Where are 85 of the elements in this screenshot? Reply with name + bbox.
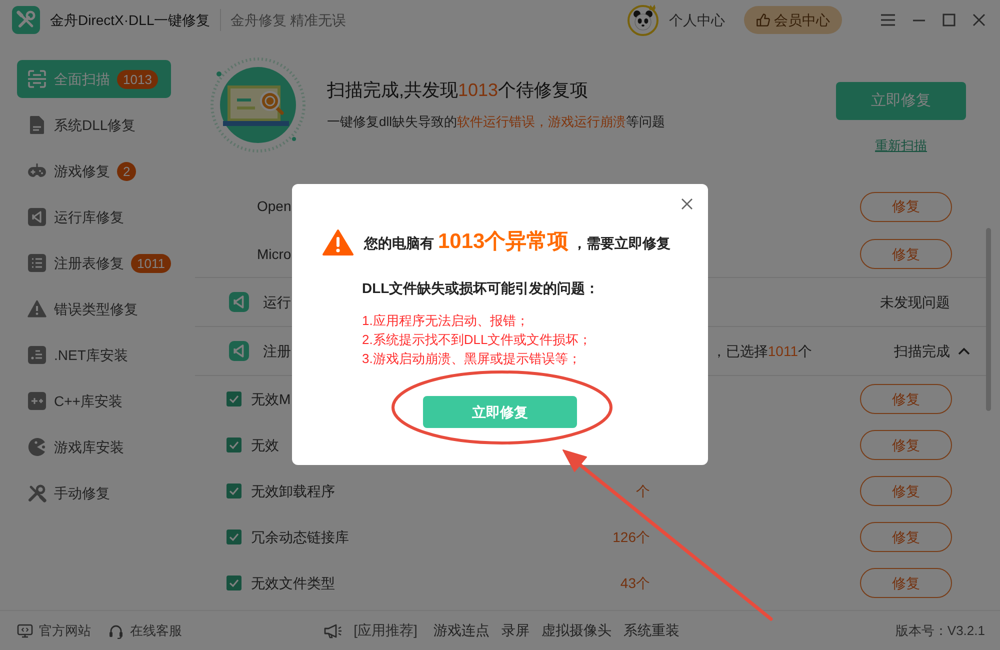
close-icon[interactable] — [972, 13, 986, 27]
alert-headline: 您的电脑有 1013个异常项 ，需要立即修复 — [364, 229, 671, 256]
close-icon[interactable] — [681, 198, 693, 210]
issue-count: 43个 — [620, 574, 650, 592]
checkbox[interactable] — [226, 529, 242, 545]
count-badge: 1013 — [117, 70, 158, 88]
count-badge: 2 — [117, 162, 136, 180]
app-link[interactable]: 虚拟摄像头 — [541, 620, 612, 641]
footer-link[interactable]: 官方网站 — [17, 620, 91, 640]
problem-item: 1.应用程序无法启动、报错； — [362, 312, 529, 330]
sidebar-item[interactable]: 手动修复 — [17, 474, 171, 512]
chevron-up-icon[interactable] — [958, 347, 970, 355]
item-name: 无效 — [251, 436, 279, 454]
rescan-link[interactable]: 重新扫描 — [875, 137, 927, 155]
sidebar-item[interactable]: .NET库安装 — [17, 336, 171, 374]
app-link[interactable]: 系统重装 — [623, 620, 680, 641]
sidebar-item[interactable]: 全面扫描 1013 — [17, 60, 171, 98]
megaphone-icon — [322, 622, 343, 638]
fix-button[interactable]: 修复 — [860, 192, 952, 222]
app-link[interactable]: 录屏 — [501, 620, 530, 641]
scan-status: 扫描完成 — [894, 342, 950, 360]
category-name: 运行 — [263, 292, 291, 312]
checkbox[interactable] — [226, 391, 242, 407]
panda-avatar-icon[interactable] — [627, 4, 659, 36]
sidebar-item[interactable]: 错误类型修复 — [17, 290, 171, 328]
menu-icon[interactable] — [880, 13, 896, 27]
warning-icon — [322, 228, 354, 256]
triangle-tile-icon — [228, 291, 250, 313]
app-title: 金舟DirectX·DLL一键修复 — [50, 10, 210, 30]
scan-result-subtitle: 一键修复dll缺失导致的软件运行错误，游戏运行崩溃等问题 — [327, 113, 666, 131]
triangle-tile-icon — [27, 207, 47, 227]
maximize-icon[interactable] — [942, 13, 956, 27]
user-center-link[interactable]: 个人中心 — [669, 10, 725, 30]
scan-status: 未发现问题 — [880, 292, 950, 312]
fix-now-button[interactable]: 立即修复 — [423, 396, 577, 428]
scrollbar-thumb[interactable] — [986, 228, 991, 411]
checkbox[interactable] — [226, 437, 242, 453]
pacman-icon — [27, 437, 47, 457]
monitor-icon — [17, 624, 33, 638]
member-center-button[interactable]: 会员中心 — [744, 6, 842, 34]
entry-name: Micro — [257, 244, 292, 264]
item-name: 无效文件类型 — [251, 574, 335, 592]
recommend-label: [应用推荐] — [354, 621, 418, 640]
item-name: 无效卸载程序 — [251, 482, 335, 500]
app-link[interactable]: 游戏连点 — [433, 620, 490, 641]
scan-icon — [27, 69, 47, 89]
count-badge: 1011 — [131, 254, 171, 272]
fix-button[interactable]: 修复 — [860, 522, 952, 552]
plus-tile-icon — [27, 391, 47, 411]
sidebar-item[interactable]: 系统DLL修复 — [17, 106, 171, 144]
warning-icon — [27, 299, 47, 319]
sidebar-item[interactable]: 运行库修复 — [17, 198, 171, 236]
list-icon — [27, 253, 47, 273]
fix-button[interactable]: 修复 — [860, 384, 952, 414]
sidebar-item[interactable]: 注册表修复 1011 — [17, 244, 171, 282]
fix-button[interactable]: 修复 — [860, 239, 952, 270]
issue-count: 个 — [636, 482, 650, 500]
problem-item: 2.系统提示找不到DLL文件或文件损坏； — [362, 331, 592, 349]
category-name: 注册 — [263, 342, 291, 360]
sidebar-item[interactable]: 游戏修复 2 — [17, 152, 171, 190]
entry-name: Open — [257, 197, 292, 216]
checkbox[interactable] — [226, 483, 242, 499]
problems-heading: DLL文件缺失或损坏可能引发的问题： — [362, 279, 600, 298]
tools-icon — [27, 483, 47, 503]
checkbox[interactable] — [226, 575, 242, 591]
selection-note: ，已选择1011个 — [712, 342, 812, 360]
sidebar-item[interactable]: C++库安装 — [17, 382, 171, 420]
footer-link[interactable]: 在线客服 — [108, 620, 182, 640]
item-name: 无效M — [251, 390, 291, 408]
dot-lines-tile-icon — [27, 345, 47, 365]
version-label: 版本号：V3.2.1 — [895, 622, 985, 640]
triangle-tile-icon — [228, 340, 250, 362]
scan-result-title: 扫描完成,共发现1013个待修复项 — [327, 79, 588, 102]
headset-icon — [108, 622, 124, 638]
item-name: 冗余动态链接库 — [251, 528, 349, 546]
app-slogan: 金舟修复 精准无误 — [230, 10, 346, 30]
fix-button[interactable]: 修复 — [860, 568, 952, 598]
sidebar-item[interactable]: 游戏库安装 — [17, 428, 171, 466]
issue-count: 126个 — [612, 528, 650, 546]
problem-item: 3.游戏启动崩溃、黑屏或提示错误等； — [362, 350, 581, 368]
fix-button[interactable]: 修复 — [860, 476, 952, 506]
file-icon — [27, 115, 47, 135]
fix-button[interactable]: 修复 — [860, 430, 952, 460]
thumbs-up-icon — [756, 13, 770, 27]
tools-logo-icon — [12, 6, 40, 34]
